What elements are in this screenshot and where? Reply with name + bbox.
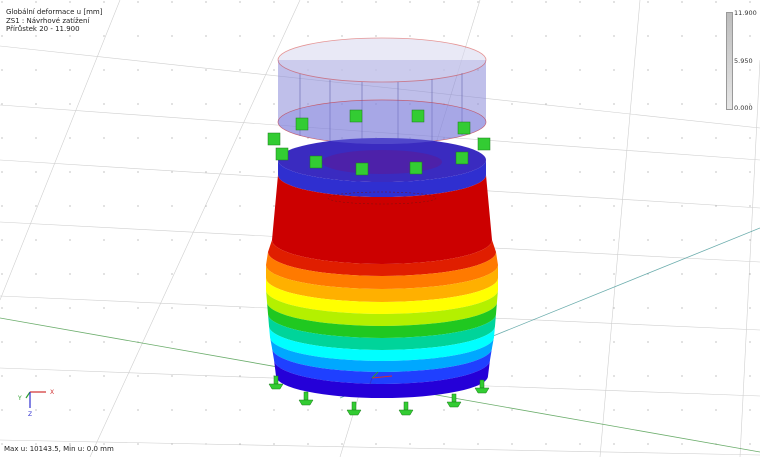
load-case-label: ZS1 : Návrhové zatížení [6,16,90,25]
result-info-panel: Globální deformace u [mm] ZS1 : Návrhové… [6,8,102,34]
axis-x-label: X [50,389,54,396]
scale-min-label: 0.000 [734,104,753,112]
ghost-lower-ring [278,100,486,144]
3d-viewport[interactable]: X Y Z [0,0,760,457]
color-scale-bar[interactable] [726,12,733,110]
increment-label: Přírůstek 20 - 11.900 [6,25,80,34]
scale-mid-label: 5.950 [734,57,753,65]
scale-max-label: 11.900 [734,9,757,17]
axis-y-label: Y [17,395,22,402]
deformed-cylinder [266,138,498,398]
result-type-label: Globální deformace u [mm] [6,8,103,16]
status-footer: Max u: 10143.5, Min u: 0.0 mm [4,445,114,453]
axis-z-label: Z [28,411,32,418]
